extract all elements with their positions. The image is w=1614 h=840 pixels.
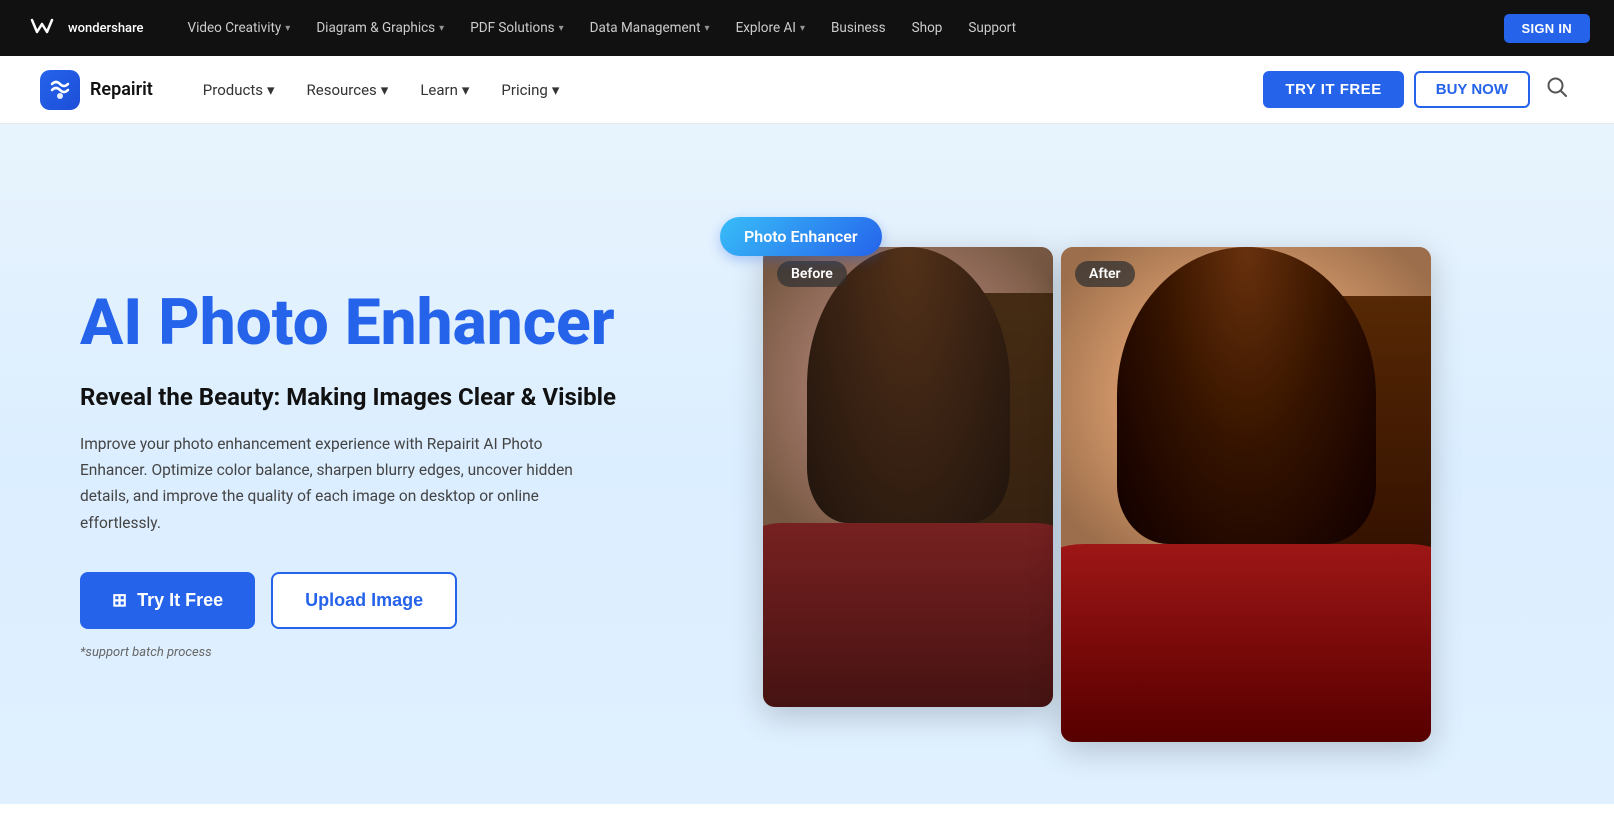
after-photo (1061, 247, 1431, 742)
secondary-navigation: Repairit Products Resources Learn Pricin… (0, 56, 1614, 124)
after-label: After (1075, 261, 1135, 287)
chevron-down-icon (381, 81, 389, 99)
top-nav-right: SIGN IN (1504, 14, 1591, 43)
try-it-free-button[interactable]: TRY IT FREE (1263, 71, 1403, 108)
sec-nav-learn[interactable]: Learn (406, 73, 483, 107)
top-nav-items: Video Creativity Diagram & Graphics PDF … (176, 14, 1504, 42)
chevron-down-icon (462, 81, 470, 99)
top-nav-support[interactable]: Support (956, 14, 1028, 42)
logo-text: wondershare (68, 21, 144, 36)
hero-note: *support batch process (80, 645, 660, 660)
top-nav-diagram-graphics[interactable]: Diagram & Graphics (304, 14, 456, 42)
hero-upload-image-button[interactable]: Upload Image (271, 572, 457, 629)
buy-now-button[interactable]: BUY NOW (1414, 71, 1530, 108)
chevron-down-icon (559, 23, 564, 34)
top-navigation: wondershare Video Creativity Diagram & G… (0, 0, 1614, 56)
sec-nav-pricing[interactable]: Pricing (487, 73, 573, 107)
hair-shape-after (1117, 247, 1376, 544)
before-photo (763, 247, 1053, 707)
chevron-down-icon (552, 81, 560, 99)
chevron-down-icon (439, 23, 444, 34)
sec-nav-resources[interactable]: Resources (293, 73, 403, 107)
hero-title: AI Photo Enhancer (80, 288, 660, 358)
hero-description: Improve your photo enhancement experienc… (80, 431, 600, 536)
top-nav-video-creativity[interactable]: Video Creativity (176, 14, 303, 42)
top-nav-business[interactable]: Business (819, 14, 898, 42)
hero-try-it-free-button[interactable]: ⊞ Try It Free (80, 572, 255, 629)
top-nav-pdf-solutions[interactable]: PDF Solutions (458, 14, 575, 42)
hero-image-comparison: Photo Enhancer Before After (660, 207, 1534, 742)
sign-in-button[interactable]: SIGN IN (1504, 14, 1591, 43)
sweater-shape-after (1061, 544, 1431, 742)
repairit-logo-icon (40, 70, 80, 110)
hair-shape (807, 247, 1010, 523)
image-comparison-container: Before After (763, 247, 1431, 742)
before-image-wrapper: Before (763, 247, 1053, 707)
hero-buttons: ⊞ Try It Free Upload Image (80, 572, 660, 629)
sec-nav-products[interactable]: Products (189, 73, 289, 107)
chevron-down-icon (705, 23, 710, 34)
top-nav-explore-ai[interactable]: Explore AI (724, 14, 817, 42)
sweater-shape (763, 523, 1053, 707)
hero-section: AI Photo Enhancer Reveal the Beauty: Mak… (0, 124, 1614, 804)
hero-subtitle: Reveal the Beauty: Making Images Clear &… (80, 383, 660, 411)
search-icon (1546, 76, 1568, 98)
sec-nav-items: Products Resources Learn Pricing (189, 73, 1264, 107)
chevron-down-icon (285, 23, 290, 34)
before-label: Before (777, 261, 847, 287)
search-button[interactable] (1540, 70, 1574, 110)
hero-content: AI Photo Enhancer Reveal the Beauty: Mak… (80, 288, 660, 660)
top-nav-data-management[interactable]: Data Management (578, 14, 722, 42)
repairit-brand[interactable]: Repairit (40, 70, 153, 110)
top-nav-shop[interactable]: Shop (900, 14, 955, 42)
wondershare-logo[interactable]: wondershare (24, 10, 144, 46)
chevron-down-icon (800, 23, 805, 34)
repairit-brand-name: Repairit (90, 79, 153, 100)
photo-enhancer-badge: Photo Enhancer (720, 217, 882, 256)
windows-icon: ⊞ (112, 590, 127, 611)
after-image-wrapper: After (1061, 247, 1431, 742)
sec-nav-right: TRY IT FREE BUY NOW (1263, 70, 1574, 110)
chevron-down-icon (267, 81, 275, 99)
